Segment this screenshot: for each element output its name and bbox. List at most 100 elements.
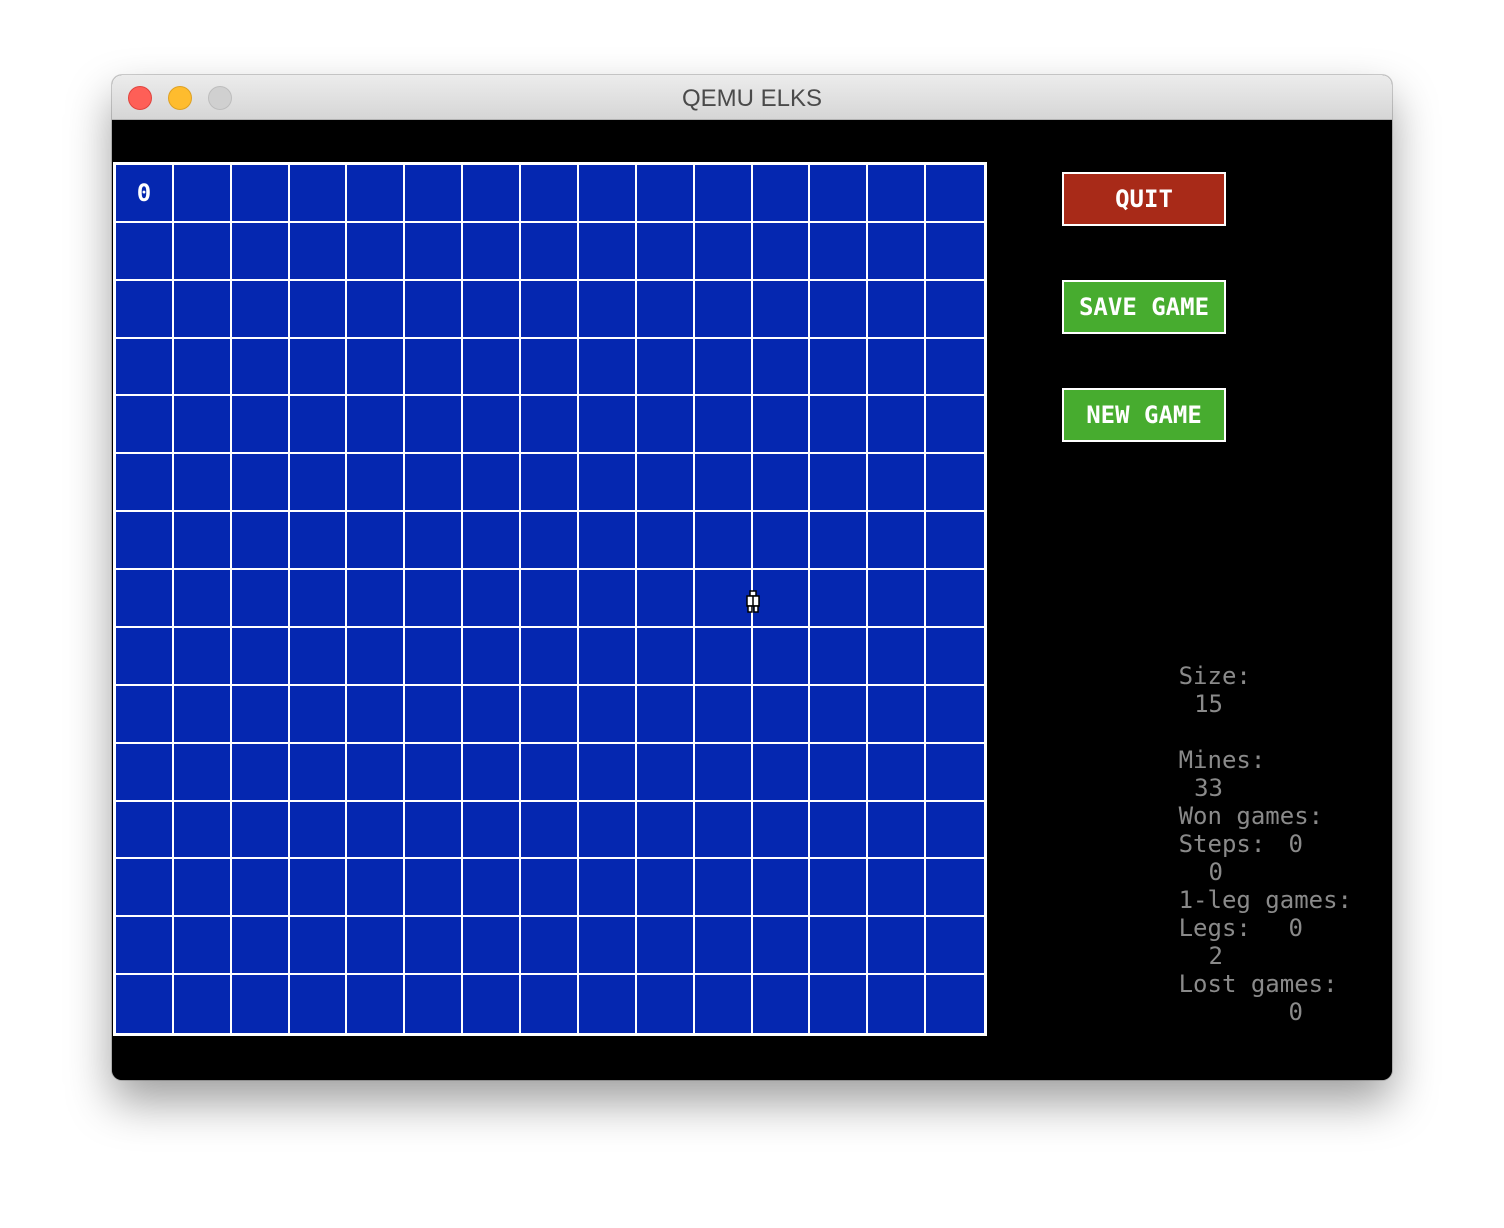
grid-cell[interactable] xyxy=(173,222,232,281)
grid-cell[interactable] xyxy=(636,801,695,860)
grid-cell[interactable] xyxy=(405,743,464,802)
grid-cell[interactable] xyxy=(752,859,811,918)
grid-cell[interactable] xyxy=(752,975,811,1033)
grid-cell[interactable] xyxy=(636,975,695,1033)
grid-cell[interactable] xyxy=(347,512,406,571)
grid-cell[interactable] xyxy=(521,975,579,1033)
grid-cell[interactable] xyxy=(347,570,406,628)
grid-cell[interactable] xyxy=(173,396,232,455)
grid-cell[interactable] xyxy=(926,396,984,455)
grid-cell[interactable] xyxy=(347,859,406,918)
grid-cell[interactable] xyxy=(231,396,290,455)
grid-cell[interactable] xyxy=(173,338,232,397)
grid-cell[interactable] xyxy=(752,512,811,571)
grid-cell[interactable] xyxy=(463,338,522,397)
grid-cell[interactable] xyxy=(463,743,522,802)
grid-cell[interactable] xyxy=(347,743,406,802)
grid-cell[interactable] xyxy=(694,801,753,860)
grid-cell[interactable] xyxy=(926,801,984,860)
grid-cell[interactable] xyxy=(116,454,174,513)
grid-cell[interactable] xyxy=(289,454,348,513)
grid-cell[interactable] xyxy=(463,222,522,281)
grid-cell[interactable] xyxy=(521,743,579,802)
quit-button[interactable]: QUIT xyxy=(1062,172,1226,226)
grid-cell[interactable] xyxy=(926,685,984,744)
grid-cell[interactable] xyxy=(463,975,522,1033)
grid-cell[interactable] xyxy=(116,280,174,339)
grid-cell[interactable] xyxy=(636,743,695,802)
grid-cell[interactable] xyxy=(173,743,232,802)
grid-cell[interactable] xyxy=(231,454,290,513)
grid-cell[interactable] xyxy=(405,165,464,223)
grid-cell[interactable] xyxy=(231,859,290,918)
grid-cell[interactable] xyxy=(347,222,406,281)
grid-cell[interactable] xyxy=(810,859,869,918)
grid-cell[interactable] xyxy=(926,338,984,397)
grid-cell[interactable] xyxy=(231,280,290,339)
grid-cell[interactable] xyxy=(116,801,174,860)
grid-cell[interactable] xyxy=(116,338,174,397)
grid-cell[interactable] xyxy=(578,859,637,918)
grid-cell[interactable] xyxy=(173,280,232,339)
grid-cell[interactable] xyxy=(231,975,290,1033)
grid-cell[interactable] xyxy=(116,570,174,628)
grid-cell[interactable] xyxy=(173,454,232,513)
grid-cell[interactable] xyxy=(231,801,290,860)
grid-cell[interactable] xyxy=(116,512,174,571)
grid-cell[interactable] xyxy=(810,512,869,571)
grid-cell[interactable] xyxy=(752,801,811,860)
grid-cell[interactable] xyxy=(405,454,464,513)
grid-cell[interactable] xyxy=(752,917,811,976)
grid-cell[interactable] xyxy=(463,165,522,223)
grid-cell[interactable] xyxy=(347,801,406,860)
grid-cell[interactable] xyxy=(521,801,579,860)
grid-cell[interactable] xyxy=(636,570,695,628)
grid-cell[interactable] xyxy=(405,222,464,281)
grid-cell[interactable] xyxy=(463,627,522,686)
grid-cell[interactable] xyxy=(521,859,579,918)
grid-cell[interactable] xyxy=(347,917,406,976)
grid-cell[interactable] xyxy=(405,512,464,571)
grid-cell[interactable] xyxy=(810,685,869,744)
grid-cell[interactable] xyxy=(289,280,348,339)
grid-cell[interactable] xyxy=(926,917,984,976)
grid-cell[interactable] xyxy=(636,165,695,223)
grid-cell[interactable] xyxy=(405,338,464,397)
grid-cell[interactable] xyxy=(289,975,348,1033)
grid-cell[interactable] xyxy=(926,570,984,628)
grid-cell[interactable] xyxy=(926,280,984,339)
grid-cell[interactable] xyxy=(694,975,753,1033)
grid-cell[interactable] xyxy=(868,859,927,918)
grid-cell[interactable] xyxy=(231,570,290,628)
grid-cell[interactable] xyxy=(636,685,695,744)
grid-cell[interactable] xyxy=(868,165,927,223)
grid-cell[interactable] xyxy=(810,280,869,339)
grid-cell[interactable] xyxy=(289,570,348,628)
grid-cell[interactable] xyxy=(578,222,637,281)
grid-cell[interactable] xyxy=(694,280,753,339)
grid-cell[interactable] xyxy=(405,396,464,455)
grid-cell[interactable] xyxy=(463,859,522,918)
grid-cell[interactable] xyxy=(752,338,811,397)
grid-cell[interactable] xyxy=(405,627,464,686)
grid-cell[interactable] xyxy=(405,570,464,628)
grid-cell[interactable] xyxy=(521,454,579,513)
grid-cell[interactable] xyxy=(231,685,290,744)
grid-cell[interactable] xyxy=(752,685,811,744)
grid-cell[interactable] xyxy=(926,165,984,223)
grid-cell[interactable] xyxy=(463,685,522,744)
grid-cell[interactable] xyxy=(521,222,579,281)
grid-cell[interactable] xyxy=(636,627,695,686)
grid-cell[interactable] xyxy=(868,454,927,513)
title-bar[interactable]: QEMU ELKS xyxy=(112,75,1392,120)
grid-cell[interactable] xyxy=(868,280,927,339)
grid-cell[interactable] xyxy=(231,338,290,397)
grid-cell[interactable] xyxy=(694,454,753,513)
grid-cell[interactable] xyxy=(289,743,348,802)
grid-cell[interactable] xyxy=(347,454,406,513)
grid-cell[interactable] xyxy=(694,222,753,281)
grid-cell[interactable] xyxy=(521,917,579,976)
grid-cell[interactable] xyxy=(521,280,579,339)
grid-cell[interactable] xyxy=(289,165,348,223)
grid-cell[interactable] xyxy=(173,165,232,223)
